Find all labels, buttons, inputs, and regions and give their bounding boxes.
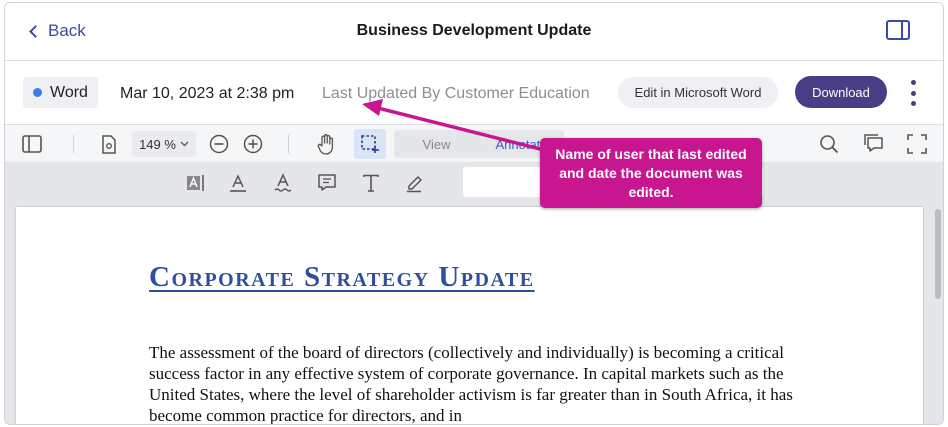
viewer-toolbar: 149 % View Annotate — [5, 125, 943, 163]
fullscreen-icon[interactable] — [906, 133, 928, 155]
more-options-icon[interactable] — [910, 80, 916, 106]
comments-icon[interactable] — [862, 133, 886, 155]
document-canvas: Corporate Strategy Update The assessment… — [5, 203, 943, 425]
file-type-label: Word — [50, 83, 88, 101]
document-info-bar: Word Mar 10, 2023 at 2:38 pm Last Update… — [5, 61, 943, 125]
document-page: Corporate Strategy Update The assessment… — [16, 207, 923, 425]
tab-view[interactable]: View — [394, 130, 479, 158]
chevron-down-icon — [180, 141, 189, 147]
note-tool-icon[interactable] — [316, 172, 338, 194]
marquee-select-icon — [361, 135, 379, 153]
pen-tool-icon[interactable] — [404, 172, 426, 194]
download-button[interactable]: Download — [795, 76, 887, 108]
file-type-dot-icon — [33, 88, 42, 97]
pan-hand-icon[interactable] — [315, 133, 337, 155]
zoom-out-icon[interactable] — [208, 133, 230, 155]
search-icon[interactable] — [818, 133, 840, 155]
annotation-callout: Name of user that last edited and date t… — [540, 138, 762, 208]
zoom-select[interactable]: 149 % — [132, 131, 196, 157]
document-date: Mar 10, 2023 at 2:38 pm — [120, 85, 295, 102]
header-bar: Back Business Development Update — [5, 3, 943, 61]
document-title: Corporate Strategy Update — [149, 261, 535, 293]
page-settings-icon[interactable] — [99, 133, 119, 155]
text-squiggly-tool-icon[interactable] — [272, 172, 294, 194]
app-window: Back Business Development Update Word Ma… — [4, 2, 944, 425]
mode-tabs: View Annotate — [394, 130, 564, 158]
document-body: The assessment of the board of directors… — [149, 343, 793, 425]
toolbar-divider — [73, 135, 74, 153]
zoom-value: 149 % — [139, 136, 176, 152]
side-panel-icon[interactable] — [886, 20, 910, 40]
annotation-toolbar — [5, 163, 943, 203]
file-type-badge: Word — [23, 77, 98, 108]
page-title: Business Development Update — [356, 22, 592, 39]
scrollbar[interactable] — [935, 209, 941, 299]
free-text-tool-icon[interactable] — [360, 172, 382, 194]
sidebar-toggle-icon[interactable] — [21, 133, 43, 155]
text-highlight-tool-icon[interactable] — [185, 172, 207, 194]
last-updated-by: Last Updated By Customer Education — [322, 85, 590, 102]
zoom-in-icon[interactable] — [242, 133, 264, 155]
toolbar-divider — [288, 135, 289, 153]
select-region-button[interactable] — [354, 129, 386, 159]
text-underline-tool-icon[interactable] — [227, 172, 249, 194]
edit-in-word-button[interactable]: Edit in Microsoft Word — [618, 77, 778, 108]
